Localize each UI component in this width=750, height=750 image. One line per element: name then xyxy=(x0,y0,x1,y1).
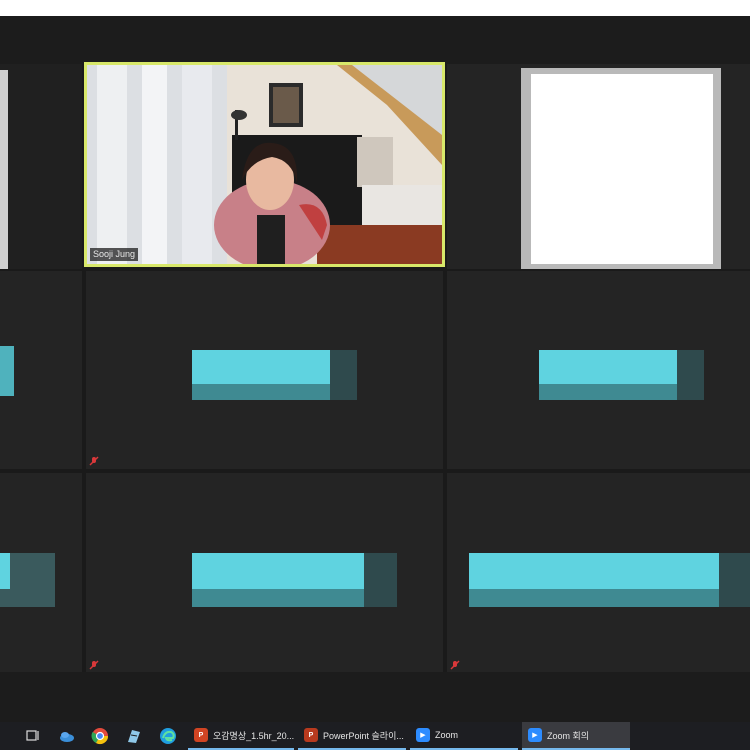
cloud-icon[interactable] xyxy=(58,727,76,745)
taskbar-app-label: PowerPoint 슬라이... xyxy=(323,730,404,741)
video-tile-r2c1[interactable] xyxy=(86,271,443,469)
windows-taskbar: P 오감명상_1.5hr_20... P PowerPoint 슬라이... ▶… xyxy=(0,722,750,750)
meeting-bottom-strip xyxy=(0,672,750,722)
video-tile-r2c2[interactable] xyxy=(447,271,750,469)
video-tile-r3c1[interactable] xyxy=(86,473,443,672)
blurred-name-edge xyxy=(330,350,357,400)
microphone-muted-icon xyxy=(89,660,99,670)
taskbar-app-zoom-meeting[interactable]: ▶ Zoom 회의 xyxy=(522,722,630,750)
zoom-meeting-icon: ▶ xyxy=(528,728,542,742)
participant-video xyxy=(87,65,442,264)
taskbar-app-powerpoint-slideshow[interactable]: P PowerPoint 슬라이... xyxy=(298,722,406,750)
blurred-name-edge xyxy=(719,553,750,607)
video-tile-r3c0[interactable] xyxy=(0,473,82,672)
chrome-icon[interactable] xyxy=(91,727,109,745)
microphone-muted-icon xyxy=(450,660,460,670)
video-tile-r2c0[interactable] xyxy=(0,271,82,469)
task-view-icon[interactable] xyxy=(24,727,42,745)
powerpoint-icon: P xyxy=(194,728,208,742)
taskbar-app-zoom[interactable]: ▶ Zoom xyxy=(410,722,518,750)
top-white-bar xyxy=(0,0,750,16)
white-video-edge xyxy=(0,70,8,269)
powerpoint-slideshow-icon: P xyxy=(304,728,318,742)
blurred-name-edge xyxy=(0,553,10,589)
notepad-icon[interactable] xyxy=(125,727,143,745)
edge-icon[interactable] xyxy=(159,727,177,745)
video-tile-r1c0[interactable] xyxy=(0,64,82,269)
taskbar-app-label: Zoom xyxy=(435,730,459,740)
participant-name-label: Sooji Jung xyxy=(90,248,139,261)
blurred-name-edge xyxy=(364,553,397,607)
taskbar-app-powerpoint[interactable]: P 오감명상_1.5hr_20... xyxy=(188,722,294,750)
video-tile-active-speaker[interactable]: Sooji Jung xyxy=(84,62,445,267)
blurred-name-shadow xyxy=(469,589,750,607)
video-tile-r3c2[interactable] xyxy=(447,473,750,672)
blurred-name-placeholder xyxy=(0,346,14,396)
taskbar-app-label: Zoom 회의 xyxy=(547,730,590,741)
blurred-name-edge xyxy=(677,350,704,400)
taskbar-app-label: 오감명상_1.5hr_20... xyxy=(213,730,294,741)
meeting-header-strip xyxy=(0,16,750,64)
white-video-inner xyxy=(531,74,713,264)
zoom-icon: ▶ xyxy=(416,728,430,742)
microphone-muted-icon xyxy=(89,456,99,466)
video-tile-r1c2[interactable] xyxy=(447,64,750,269)
